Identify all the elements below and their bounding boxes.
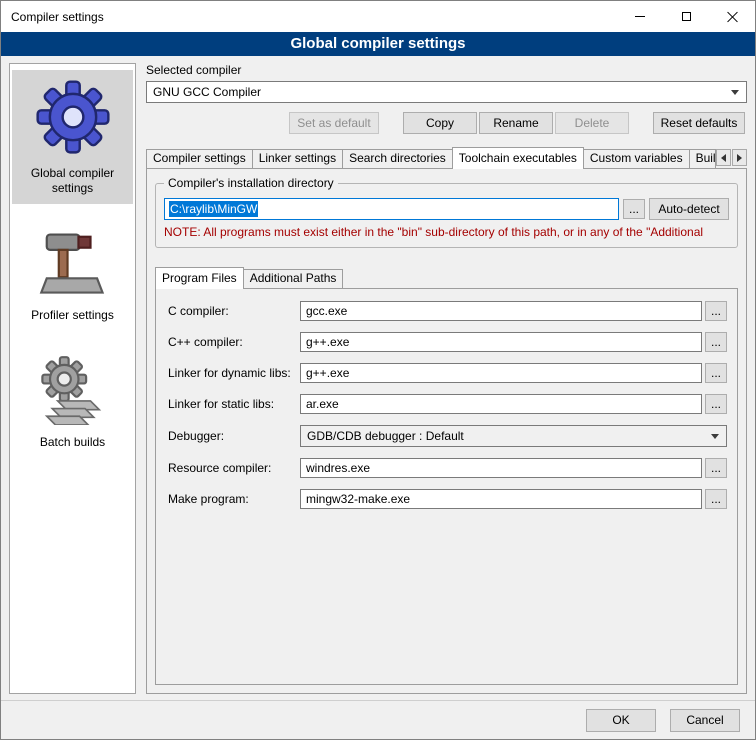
sidebar-item-batch-builds[interactable]: Batch builds	[12, 347, 133, 458]
installation-directory-input[interactable]: C:\raylib\MinGW	[164, 198, 619, 220]
sidebar-item-label: Batch builds	[14, 435, 131, 450]
settings-sidebar: Global compiler settings Profiler settin…	[9, 63, 136, 694]
tab-scroll-buttons	[715, 149, 747, 166]
installation-directory-group: Compiler's installation directory C:\ray…	[155, 183, 738, 248]
program-files-panel: C compiler: ... C++ compiler: ... Linker…	[155, 288, 738, 685]
make-program-row: Make program: ...	[168, 489, 727, 509]
selected-compiler-label: Selected compiler	[146, 63, 747, 77]
resource-compiler-row: Resource compiler: ...	[168, 458, 727, 478]
maximize-button[interactable]	[663, 1, 709, 32]
make-program-browse-button[interactable]: ...	[705, 489, 727, 509]
reset-defaults-button[interactable]: Reset defaults	[653, 112, 745, 134]
installation-directory-row: C:\raylib\MinGW ... Auto-detect	[164, 198, 729, 220]
bin-subdirectory-note: NOTE: All programs must exist either in …	[164, 225, 729, 239]
program-files-tabstrip: Program Files Additional Paths	[155, 266, 738, 288]
dynamic-linker-browse-button[interactable]: ...	[705, 363, 727, 383]
cpp-compiler-browse-button[interactable]: ...	[705, 332, 727, 352]
tab-scroll-left-button[interactable]	[716, 149, 731, 166]
sidebar-item-label: Profiler settings	[14, 308, 131, 323]
copy-button[interactable]: Copy	[403, 112, 477, 134]
static-linker-browse-button[interactable]: ...	[705, 394, 727, 414]
sidebar-item-global-compiler-settings[interactable]: Global compiler settings	[12, 70, 133, 204]
make-program-label: Make program:	[168, 492, 300, 506]
installation-directory-value: C:\raylib\MinGW	[169, 201, 258, 217]
compiler-actions: Set as default Copy Rename Delete Reset …	[146, 112, 745, 134]
dynamic-linker-row: Linker for dynamic libs: ...	[168, 363, 727, 383]
resource-compiler-label: Resource compiler:	[168, 461, 300, 475]
make-program-input[interactable]	[300, 489, 702, 509]
cancel-button[interactable]: Cancel	[670, 709, 740, 732]
profiler-hammer-icon	[38, 228, 108, 298]
delete-button[interactable]: Delete	[555, 112, 629, 134]
tab-linker-settings[interactable]: Linker settings	[252, 149, 343, 168]
chevron-down-icon	[711, 434, 719, 439]
cpp-compiler-input[interactable]	[300, 332, 702, 352]
resource-compiler-browse-button[interactable]: ...	[705, 458, 727, 478]
compiler-settings-window: Compiler settings Global compiler settin…	[0, 0, 756, 740]
dialog-body: Global compiler settings Profiler settin…	[1, 56, 755, 700]
installation-directory-group-title: Compiler's installation directory	[164, 176, 338, 190]
debugger-label: Debugger:	[168, 429, 300, 443]
tab-custom-variables[interactable]: Custom variables	[583, 149, 690, 168]
tab-scroll-right-button[interactable]	[732, 149, 747, 166]
close-icon	[727, 11, 738, 22]
set-as-default-button[interactable]: Set as default	[289, 112, 379, 134]
blue-gear-icon	[34, 78, 112, 156]
selected-compiler-value: GNU GCC Compiler	[153, 85, 261, 99]
dynamic-linker-label: Linker for dynamic libs:	[168, 366, 300, 380]
auto-detect-button[interactable]: Auto-detect	[649, 198, 729, 220]
toolchain-executables-panel: Compiler's installation directory C:\ray…	[146, 168, 747, 694]
installation-directory-browse-button[interactable]: ...	[623, 199, 645, 219]
close-button[interactable]	[709, 1, 755, 32]
window-title: Compiler settings	[1, 10, 617, 24]
tab-toolchain-executables[interactable]: Toolchain executables	[452, 147, 584, 169]
minimize-icon	[635, 16, 645, 17]
c-compiler-label: C compiler:	[168, 304, 300, 318]
titlebar: Compiler settings	[1, 1, 755, 32]
selected-compiler-dropdown[interactable]: GNU GCC Compiler	[146, 81, 747, 103]
dialog-header: Global compiler settings	[1, 32, 755, 56]
tab-program-files[interactable]: Program Files	[155, 267, 244, 289]
cpp-compiler-row: C++ compiler: ...	[168, 332, 727, 352]
c-compiler-browse-button[interactable]: ...	[705, 301, 727, 321]
chevron-down-icon	[731, 90, 739, 95]
settings-tabstrip: Compiler settings Linker settings Search…	[146, 146, 747, 168]
cpp-compiler-label: C++ compiler:	[168, 335, 300, 349]
debugger-value: GDB/CDB debugger : Default	[307, 429, 464, 443]
tab-search-directories[interactable]: Search directories	[342, 149, 453, 168]
tab-additional-paths[interactable]: Additional Paths	[243, 269, 344, 288]
static-linker-input[interactable]	[300, 394, 702, 414]
dialog-footer: OK Cancel	[1, 700, 755, 739]
static-linker-row: Linker for static libs: ...	[168, 394, 727, 414]
sidebar-item-label: Global compiler settings	[14, 166, 131, 196]
minimize-button[interactable]	[617, 1, 663, 32]
rename-button[interactable]: Rename	[479, 112, 553, 134]
c-compiler-input[interactable]	[300, 301, 702, 321]
arrow-right-icon	[737, 154, 742, 162]
main-panel: Selected compiler GNU GCC Compiler Set a…	[146, 63, 747, 694]
debugger-dropdown[interactable]: GDB/CDB debugger : Default	[300, 425, 727, 447]
static-linker-label: Linker for static libs:	[168, 397, 300, 411]
tab-compiler-settings[interactable]: Compiler settings	[146, 149, 253, 168]
maximize-icon	[682, 12, 691, 21]
dynamic-linker-input[interactable]	[300, 363, 702, 383]
window-controls	[617, 1, 755, 32]
batch-builds-gear-icon	[38, 355, 108, 425]
sidebar-item-profiler-settings[interactable]: Profiler settings	[12, 220, 133, 331]
ok-button[interactable]: OK	[586, 709, 656, 732]
tab-build-options[interactable]: Build	[689, 149, 716, 168]
debugger-row: Debugger: GDB/CDB debugger : Default	[168, 425, 727, 447]
c-compiler-row: C compiler: ...	[168, 301, 727, 321]
resource-compiler-input[interactable]	[300, 458, 702, 478]
arrow-left-icon	[721, 154, 726, 162]
